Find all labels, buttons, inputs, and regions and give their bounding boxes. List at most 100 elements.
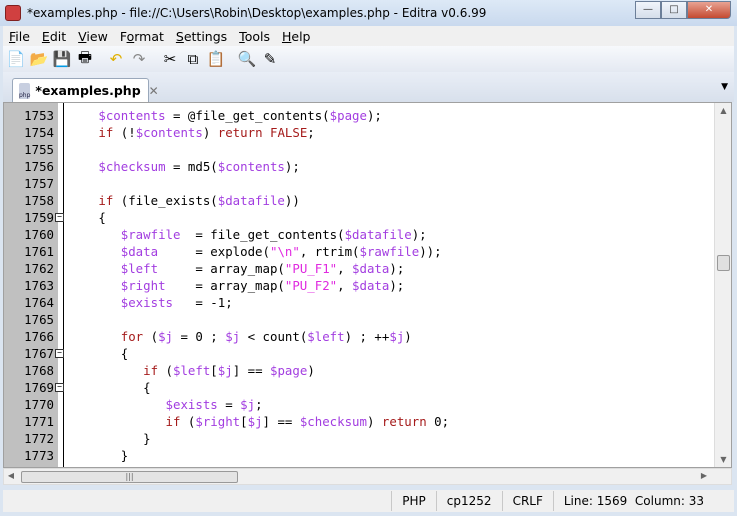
code-token: $contents [98,108,166,123]
maximize-button[interactable]: □ [661,1,687,19]
code-token: ( [180,414,196,429]
line-number: 1754 [24,125,54,140]
scroll-left-icon[interactable]: ◀ [4,471,18,480]
code-token: return FALSE [217,125,308,140]
cut-icon[interactable]: ✂ [160,49,180,69]
code-token: [ [210,363,218,378]
code-token: if [165,414,181,429]
code-token: $j [389,329,405,344]
save-icon[interactable]: 💾 [52,49,72,69]
line-number: 1771 [24,414,54,429]
code-token: = 0 ; [173,329,226,344]
code-token: $right [120,278,166,293]
new-file-icon[interactable]: 📄 [6,49,26,69]
code-token: ); [366,108,382,123]
line-number: 1758 [24,193,54,208]
redo-icon[interactable]: ↷ [129,49,149,69]
code-line: 1758 if (file_exists($datafile)) [4,192,449,209]
code-token: ); [389,261,405,276]
code-token: = @file_get_contents( [165,108,330,123]
code-token: ) ; ++ [344,329,390,344]
undo-icon[interactable]: ↶ [106,49,126,69]
code-token: "\n" [269,244,300,259]
vertical-scroll-thumb[interactable] [717,255,730,271]
scroll-up-icon[interactable]: ▲ [715,106,731,115]
menu-File[interactable]: File [3,29,36,44]
code-token: if [98,125,114,140]
scroll-down-icon[interactable]: ▼ [715,455,731,464]
code-token: = array_map( [158,261,285,276]
code-line: 1754 if (!$contents) return FALSE; [4,124,449,141]
code-token: return [381,414,427,429]
fold-collapse-icon[interactable]: − [55,383,64,392]
vertical-scrollbar[interactable]: ▲ ▼ [714,103,731,467]
code-token: $j [225,329,241,344]
menu-Settings[interactable]: Settings [170,29,233,44]
code-line: 1770 $exists = $j; [4,396,449,413]
code-token: ] == [262,414,300,429]
php-file-icon: php [19,82,31,99]
code-line: 1756 $checksum = md5($contents); [4,158,449,175]
code-token: $left [307,329,345,344]
code-token: ( [143,329,159,344]
line-number: 1762 [24,261,54,276]
horizontal-scrollbar[interactable]: ◀ ||| ▶ [3,468,732,485]
fold-collapse-icon[interactable]: − [55,213,64,222]
tab-examples-php[interactable]: php *examples.php ✕ [12,78,159,102]
line-number: 1764 [24,295,54,310]
line-number: 1765 [24,312,54,327]
code-token: $contents [135,125,203,140]
code-token: ) [202,125,218,140]
menu-Edit[interactable]: Edit [36,29,72,44]
code-token: = array_map( [165,278,285,293]
code-token: ); [284,159,300,174]
find-replace-icon[interactable]: ✎ [260,49,280,69]
open-folder-icon[interactable]: 📂 [29,49,49,69]
minimize-button[interactable]: — [635,1,661,19]
code-line: 1769− { [4,379,449,396]
menu-Tools[interactable]: Tools [233,29,276,44]
status-position: Line: 1569 Column: 33 [552,491,734,511]
code-token: , [337,278,353,293]
find-icon[interactable]: 🔍 [237,49,257,69]
menu-Help[interactable]: Help [276,29,317,44]
fold-collapse-icon[interactable]: − [55,349,64,358]
code-token: $data [352,278,390,293]
code-token: { [143,380,151,395]
paste-icon[interactable]: 📋 [206,49,226,69]
line-number: 1760 [24,227,54,242]
code-token: $datafile [344,227,412,242]
tab-menu-dropdown-icon[interactable]: ▼ [721,82,728,92]
code-token: ) [366,414,382,429]
print-icon[interactable]: 🖶 [75,48,95,69]
editra-app-icon[interactable] [5,5,21,21]
line-number: 1767 [24,346,54,361]
horizontal-scroll-thumb[interactable]: ||| [21,471,238,483]
code-token: ; [255,397,263,412]
code-token: $j [217,363,233,378]
line-number: 1769 [24,380,54,395]
close-button[interactable]: ✕ [687,1,731,19]
line-number: 1768 [24,363,54,378]
line-number: 1773 [24,448,54,463]
tab-close-icon[interactable]: ✕ [149,84,159,98]
toolbar: 📄 📂 💾 🖶 ↶ ↷ ✂ ⧉ 📋 🔍 ✎ [3,46,734,72]
code-editor[interactable]: 1753 $contents = @file_get_contents($pag… [3,102,732,468]
code-token: $page [329,108,367,123]
menu-Format[interactable]: Format [114,29,170,44]
scroll-right-icon[interactable]: ▶ [697,471,711,480]
status-language: PHP [391,491,436,511]
line-number: 1761 [24,244,54,259]
line-number: 1772 [24,431,54,446]
code-token: , [337,261,353,276]
code-token: $page [270,363,308,378]
code-token: = explode( [158,244,270,259]
copy-icon[interactable]: ⧉ [183,49,203,69]
code-token: $rawfile [359,244,420,259]
code-token: $exists [165,397,218,412]
menu-View[interactable]: View [72,29,114,44]
status-encoding: cp1252 [435,491,502,511]
code-line: 1773 } [4,447,449,464]
code-token: { [120,346,129,361]
tab-bar: php *examples.php ✕ ▼ [3,72,734,102]
